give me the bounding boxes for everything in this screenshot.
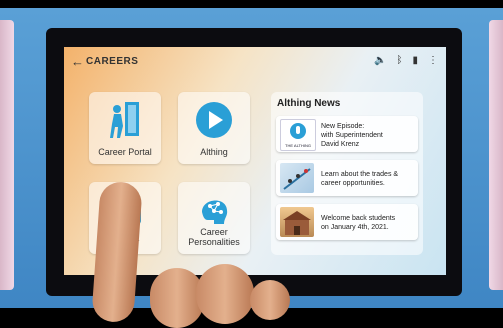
page-title: CAREERS: [86, 56, 139, 67]
news-line: career opportunities.: [321, 180, 385, 187]
school-thumbnail: [280, 207, 314, 237]
career-personalities-line2: Personalities: [188, 237, 240, 247]
trades-thumbnail: [280, 163, 314, 193]
news-item[interactable]: THE ALTHING New Episode: with Superinten…: [276, 116, 418, 152]
career-personalities-label: Career Personalities: [178, 227, 250, 247]
bluetooth-icon: ᛒ: [396, 55, 403, 66]
status-bar: 🔈 ᛒ ▮ ⋮: [374, 55, 438, 66]
news-line: New Episode:: [321, 123, 365, 130]
news-item-text: Learn about the trades & career opportun…: [321, 170, 415, 188]
career-personalities-line1: Career: [200, 227, 228, 237]
thumb-caption: THE ALTHING: [285, 143, 311, 148]
career-portal-label: Career Portal: [98, 147, 152, 157]
microphone-icon: THE ALTHING: [285, 123, 311, 148]
news-line: Welcome back students: [321, 215, 396, 222]
right-grip: [489, 20, 503, 290]
school-building-icon: [283, 211, 311, 235]
news-line: David Krenz: [321, 141, 360, 148]
hand-knuckle: [196, 264, 254, 324]
left-grip: [0, 20, 14, 290]
battery-icon: ▮: [412, 55, 418, 66]
back-arrow-icon[interactable]: ←: [71, 54, 84, 69]
hand-knuckle: [250, 280, 290, 320]
news-panel: Althing News THE ALTHING New Episode: wi…: [271, 92, 423, 255]
career-portal-tile[interactable]: Career Portal: [89, 92, 161, 164]
althing-label: Althing: [200, 147, 228, 157]
news-item-text: New Episode: with Superintendent David K…: [321, 122, 415, 149]
ladder-people-icon: [283, 168, 311, 190]
althing-tile[interactable]: Althing: [178, 92, 250, 164]
news-line: on January 4th, 2021.: [321, 224, 389, 231]
play-icon: [196, 102, 232, 138]
head-network-icon: [202, 200, 228, 224]
news-line: with Superintendent: [321, 132, 383, 139]
app-header: ← CAREERS 🔈 ᛒ ▮ ⋮: [64, 47, 446, 77]
news-line: Learn about the trades &: [321, 171, 399, 178]
news-item-text: Welcome back students on January 4th, 20…: [321, 214, 415, 232]
podcast-thumbnail: THE ALTHING: [280, 119, 316, 151]
more-vertical-icon[interactable]: ⋮: [428, 55, 438, 66]
news-item[interactable]: Welcome back students on January 4th, 20…: [276, 204, 418, 240]
news-item[interactable]: Learn about the trades & career opportun…: [276, 160, 418, 196]
volume-icon[interactable]: 🔈: [374, 55, 386, 66]
news-title: Althing News: [277, 98, 341, 109]
career-personalities-tile[interactable]: Career Personalities: [178, 182, 250, 254]
door-person-icon: [110, 102, 139, 138]
